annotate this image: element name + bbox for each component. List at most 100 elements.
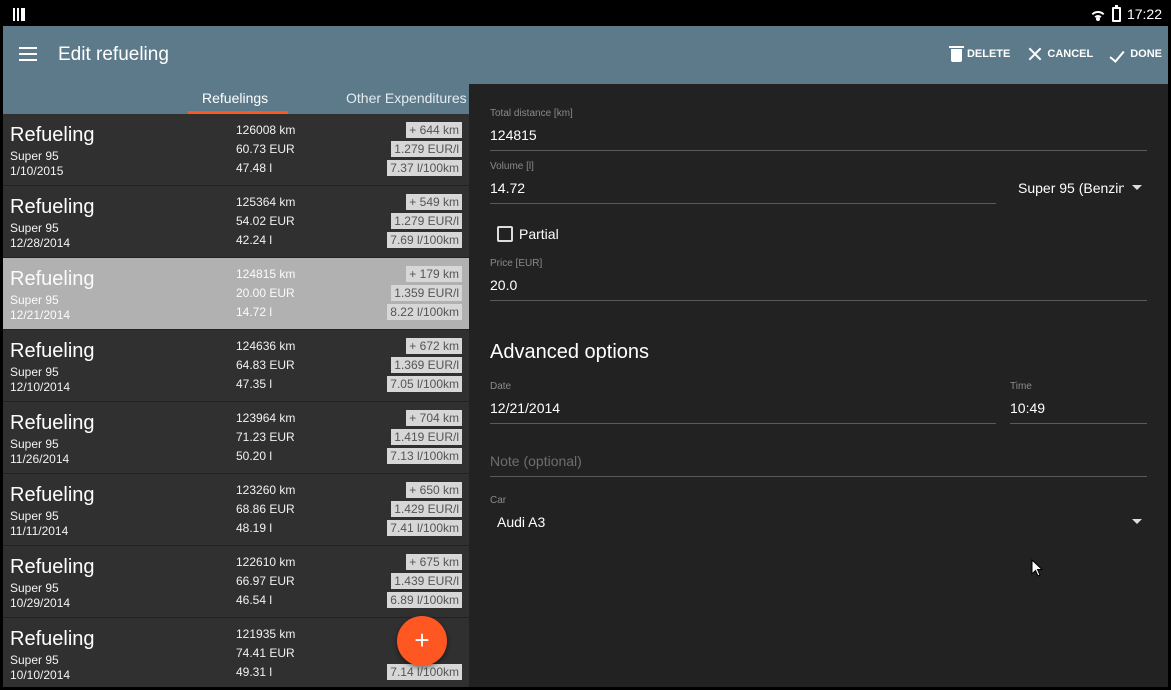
- item-fuel: Super 95: [10, 293, 59, 307]
- item-volume: 47.35 l: [236, 377, 273, 391]
- item-volume: 50.20 l: [236, 449, 273, 463]
- list-item[interactable]: Refueling Super 95 1/10/2015 126008 km 60.73…: [3, 114, 469, 186]
- wifi-icon: [1089, 8, 1106, 21]
- status-bar-right: 17:22: [1089, 4, 1162, 22]
- volume-underline: [490, 203, 996, 204]
- item-distance-badge: + 675 km: [406, 554, 462, 570]
- item-cost: 74.41 EUR: [236, 646, 295, 660]
- item-title: Refueling: [10, 628, 95, 650]
- item-title: Refueling: [10, 196, 95, 218]
- item-distance-badge: + 549 km: [406, 194, 462, 210]
- status-bar: 17:22: [3, 3, 1168, 26]
- cancel-button[interactable]: CANCEL: [1028, 46, 1093, 62]
- date-field[interactable]: 12/21/2014: [490, 400, 560, 416]
- refueling-list[interactable]: Refueling Super 95 1/10/2015 126008 km 60.73…: [3, 114, 469, 687]
- item-mileage: 123260 km: [236, 483, 296, 497]
- partial-label: Partial: [519, 226, 559, 242]
- note-field[interactable]: Note (optional): [490, 453, 582, 469]
- item-mileage: 121935 km: [236, 627, 296, 641]
- list-item[interactable]: Refueling Super 95 12/10/2014 124636 km 64.8…: [3, 330, 469, 402]
- done-button[interactable]: DONE: [1111, 46, 1162, 62]
- item-volume: 48.19 l: [236, 521, 273, 535]
- item-fuel: Super 95: [10, 149, 59, 163]
- app-bar-actions: DELETE CANCEL DONE: [948, 46, 1162, 62]
- item-consumption-badge: 7.69 l/100km: [387, 232, 462, 248]
- trash-icon: [948, 46, 964, 62]
- time-underline: [1010, 423, 1147, 424]
- item-price-badge: 1.429 EUR/l: [391, 501, 462, 517]
- menu-icon[interactable]: [19, 47, 37, 61]
- note-underline: [490, 476, 1147, 477]
- list-item[interactable]: Refueling Super 95 11/11/2014 123260 km 68.8…: [3, 474, 469, 546]
- price-label: Price [EUR]: [490, 258, 543, 269]
- item-price-badge: 1.359 EUR/l: [391, 285, 462, 301]
- date-label: Date: [490, 381, 512, 392]
- cancel-label: CANCEL: [1047, 48, 1094, 60]
- item-volume: 42.24 l: [236, 233, 273, 247]
- item-title: Refueling: [10, 340, 95, 362]
- tab-refuelings[interactable]: Refuelings: [202, 90, 268, 106]
- item-mileage: 124636 km: [236, 339, 296, 353]
- done-label: DONE: [1130, 48, 1162, 60]
- total-distance-underline: [490, 150, 1147, 151]
- price-field[interactable]: 20.0: [490, 277, 517, 293]
- partial-checkbox[interactable]: [497, 226, 513, 242]
- item-date: 10/29/2014: [10, 596, 71, 610]
- item-price-badge: 1.369 EUR/l: [391, 357, 462, 373]
- list-item[interactable]: Refueling Super 95 12/28/2014 125364 km 54.0…: [3, 186, 469, 258]
- item-fuel: Super 95: [10, 509, 59, 523]
- item-mileage: 122610 km: [236, 555, 296, 569]
- list-item[interactable]: Refueling Super 95 12/21/2014 124815 km 20.0…: [3, 258, 469, 330]
- item-consumption-badge: 7.14 l/100km: [387, 664, 462, 680]
- item-date: 11/11/2014: [10, 524, 69, 538]
- item-date: 12/28/2014: [10, 236, 71, 250]
- item-distance-badge: + 644 km: [406, 122, 462, 138]
- item-volume: 14.72 l: [236, 305, 273, 319]
- page-title: Edit refueling: [58, 44, 169, 65]
- item-fuel: Super 95: [10, 365, 59, 379]
- item-consumption-badge: 6.89 l/100km: [387, 592, 462, 608]
- item-volume: 47.48 l: [236, 161, 273, 175]
- item-mileage: 123964 km: [236, 411, 296, 425]
- delete-button[interactable]: DELETE: [948, 46, 1010, 62]
- car-chevron-down-icon: [1132, 519, 1142, 524]
- status-time: 17:22: [1126, 6, 1162, 22]
- check-icon: [1111, 46, 1125, 62]
- item-price-badge: 1.439 EUR/l: [391, 573, 462, 589]
- total-distance-field[interactable]: 124815: [490, 127, 537, 143]
- item-price-badge: 1.279 EUR/l: [391, 141, 462, 157]
- item-cost: 64.83 EUR: [236, 358, 295, 372]
- item-consumption-badge: 8.22 l/100km: [387, 304, 462, 320]
- item-consumption-badge: 7.13 l/100km: [387, 448, 462, 464]
- device-screen: 17:22 Edit refueling DELETE CANCEL DONE …: [3, 3, 1168, 687]
- time-field[interactable]: 10:49: [1010, 400, 1045, 416]
- item-price-badge: 1.419 EUR/l: [391, 429, 462, 445]
- list-item[interactable]: Refueling Super 95 11/26/2014 123964 km 71.2…: [3, 402, 469, 474]
- add-refueling-button[interactable]: +: [397, 616, 447, 666]
- edit-form: Total distance [km] 124815 Volume [l] 14…: [469, 84, 1168, 687]
- tab-bar: Refuelings Other Expenditures: [3, 84, 469, 114]
- item-cost: 71.23 EUR: [236, 430, 295, 444]
- item-consumption-badge: 7.37 l/100km: [387, 160, 462, 176]
- item-cost: 60.73 EUR: [236, 142, 295, 156]
- item-fuel: Super 95: [10, 437, 59, 451]
- tab-other-expenditures[interactable]: Other Expenditures: [346, 90, 467, 106]
- item-title: Refueling: [10, 412, 95, 434]
- item-date: 11/26/2014: [10, 452, 70, 466]
- item-fuel: Super 95: [10, 221, 59, 235]
- volume-field[interactable]: 14.72: [490, 180, 525, 196]
- item-cost: 54.02 EUR: [236, 214, 295, 228]
- item-title: Refueling: [10, 124, 95, 146]
- close-icon: [1028, 46, 1042, 62]
- item-mileage: 125364 km: [236, 195, 296, 209]
- item-distance-badge: + 704 km: [406, 410, 462, 426]
- fuel-type-select[interactable]: Super 95 (Benzin: [1018, 180, 1124, 196]
- list-item[interactable]: Refueling Super 95 10/29/2014 122610 km 66.9…: [3, 546, 469, 618]
- chevron-down-icon: [1132, 185, 1142, 190]
- time-label: Time: [1010, 381, 1032, 392]
- item-title: Refueling: [10, 268, 95, 290]
- car-select[interactable]: Audi A3: [497, 514, 545, 530]
- item-date: 12/10/2014: [10, 380, 71, 394]
- item-distance-badge: + 650 km: [406, 482, 462, 498]
- item-distance-badge: + 179 km: [406, 266, 462, 282]
